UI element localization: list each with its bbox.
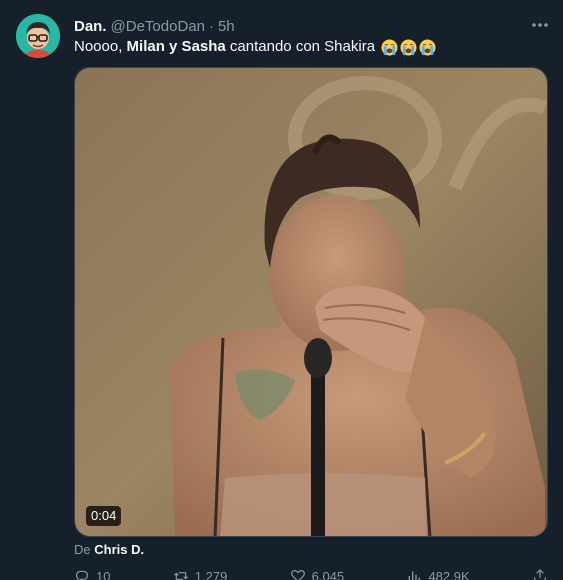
tweet-text: Noooo, Milan y Sasha cantando con Shakir… [74, 37, 436, 57]
loudly-crying-face-icon [400, 38, 417, 56]
tweet-header: Dan. @DeTodoDan · 5h [74, 16, 235, 36]
retweet-count: 1,279 [194, 568, 228, 580]
tweet-card[interactable]: Dan. @DeTodoDan · 5h Noooo, Milan y Sash… [0, 0, 563, 580]
video-duration-badge: 0:04 [86, 506, 122, 526]
retweet-icon [173, 572, 188, 580]
like-count: 6,045 [311, 568, 345, 580]
header-separator: · [208, 17, 214, 35]
tweet-timestamp[interactable]: 5h [218, 18, 235, 35]
loudly-crying-face-icon [381, 38, 398, 56]
video-frame [75, 68, 547, 536]
attribution-source-link[interactable]: Chris D. [94, 542, 144, 557]
author-display-name[interactable]: Dan. [74, 18, 107, 35]
heart-icon [290, 569, 305, 580]
video-player[interactable]: 0:04 [74, 67, 548, 537]
views-icon [409, 571, 421, 580]
more-horizontal-icon [532, 23, 548, 27]
share-icon [534, 569, 546, 580]
author-handle[interactable]: @DeTodoDan [111, 18, 205, 35]
like-button[interactable]: 6,045 [290, 568, 345, 580]
reply-count: 10 [96, 568, 111, 580]
reply-icon [76, 570, 88, 580]
share-button[interactable] [532, 568, 548, 580]
tweet-actions: 10 1,279 6,045 482.9K [74, 568, 548, 580]
tweet-text-bold[interactable]: Milan y Sasha [127, 37, 226, 57]
tweet-text-prefix: Noooo, [74, 38, 127, 55]
loudly-crying-face-icon [419, 38, 436, 56]
retweet-button[interactable]: 1,279 [173, 568, 228, 580]
views-button[interactable]: 482.9K [406, 568, 470, 580]
tweet-text-suffix: cantando con Shakira [225, 38, 376, 55]
views-count: 482.9K [428, 568, 470, 580]
more-options-button[interactable] [527, 14, 553, 36]
attribution-prefix: De [74, 542, 91, 557]
avatar-illustration [16, 14, 60, 58]
avatar[interactable] [16, 14, 60, 58]
reply-button[interactable]: 10 [74, 568, 110, 580]
media-attribution: De Chris D. [74, 542, 144, 557]
